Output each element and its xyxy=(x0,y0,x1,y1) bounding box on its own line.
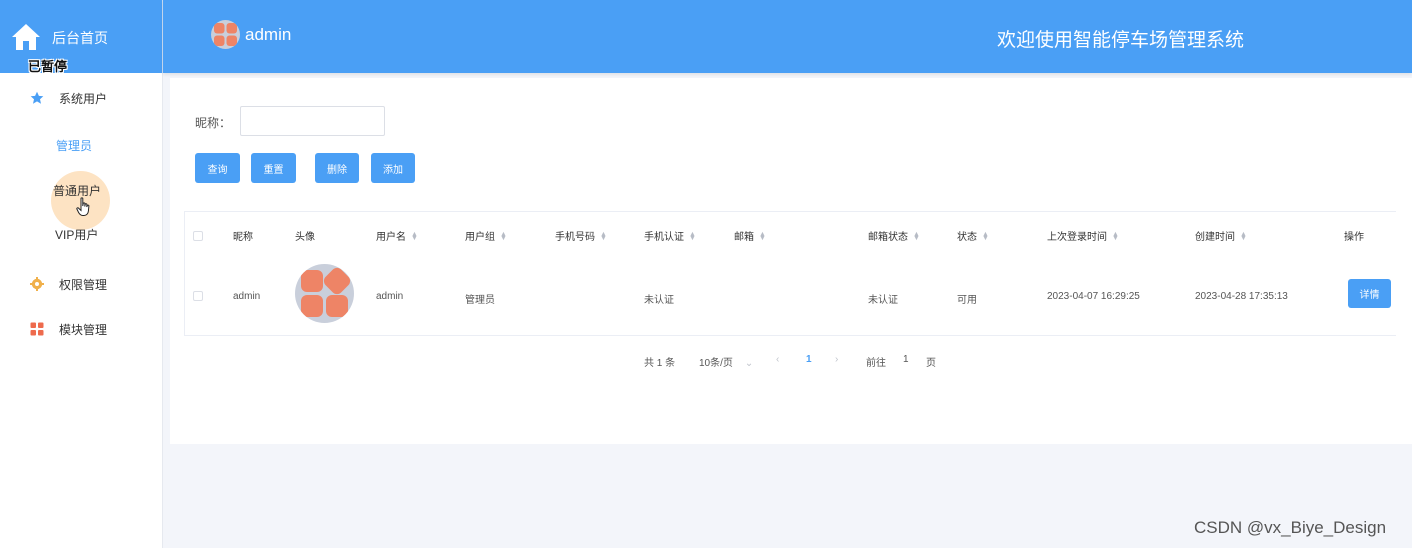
menu-modules[interactable]: 模块管理 xyxy=(0,314,163,344)
cell-nickname: admin xyxy=(233,291,261,302)
column-header-created[interactable]: 创建时间 ▲ ▼ xyxy=(1195,228,1247,243)
grid-icon xyxy=(30,322,44,336)
sidebar-item-vip-users-label: VIP用户 xyxy=(55,228,99,242)
chevron-down-icon: ⌄ xyxy=(744,358,754,369)
top-header: admin 欢迎使用智能停车场管理系统 xyxy=(163,0,1412,73)
sort-icon[interactable]: ▲ ▼ xyxy=(759,231,766,242)
cell-phone-verified: 未认证 xyxy=(644,295,674,306)
menu-permissions[interactable]: 权限管理 xyxy=(0,269,163,299)
column-header-last-login[interactable]: 上次登录时间 ▲ ▼ xyxy=(1047,228,1119,243)
nickname-label: 昵称： xyxy=(195,116,232,130)
watermark: CSDN @vx_Biye_Design xyxy=(1194,518,1387,537)
header-username[interactable]: admin xyxy=(245,25,291,45)
sort-icon[interactable]: ▲ ▼ xyxy=(689,231,696,242)
add-button[interactable]: 添加 xyxy=(371,153,415,183)
sidebar-item-vip-users[interactable]: VIP用户 xyxy=(0,218,163,248)
column-header-status[interactable]: 状态 ▲ ▼ xyxy=(957,228,989,243)
goto-prefix: 前往 xyxy=(866,358,886,369)
sort-icon[interactable]: ▲ ▼ xyxy=(982,231,989,242)
sidebar-item-admin-label: 管理员 xyxy=(56,139,93,153)
star-icon xyxy=(30,91,44,105)
column-header-group[interactable]: 用户组 ▲ ▼ xyxy=(465,228,507,243)
sort-icon[interactable]: ▲ ▼ xyxy=(913,231,920,242)
user-avatar xyxy=(295,264,354,323)
paused-indicator: 已暂停 xyxy=(28,59,68,74)
cell-status: 可用 xyxy=(957,295,977,306)
column-header-phone-verified[interactable]: 手机认证 ▲ ▼ xyxy=(644,228,696,243)
reset-button[interactable]: 重置 xyxy=(251,153,296,183)
sort-icon[interactable]: ▲ ▼ xyxy=(600,231,607,242)
cell-created: 2023-04-28 17:35:13 xyxy=(1195,291,1288,302)
goto-page-input[interactable]: 1 xyxy=(903,354,909,365)
cell-group: 管理员 xyxy=(465,295,495,306)
prev-page-button[interactable]: ‹ xyxy=(776,354,779,365)
row-checkbox[interactable] xyxy=(193,291,203,301)
gear-icon xyxy=(30,277,44,291)
column-header-action: 操作 xyxy=(1344,232,1364,243)
sort-icon[interactable]: ▲ ▼ xyxy=(1112,231,1119,242)
goto-suffix: 页 xyxy=(926,358,936,369)
delete-button[interactable]: 删除 xyxy=(315,153,359,183)
cell-email-status: 未认证 xyxy=(868,295,898,306)
column-header-avatar: 头像 xyxy=(295,232,315,243)
column-header-phone[interactable]: 手机号码 ▲ ▼ xyxy=(555,228,607,243)
menu-modules-label: 模块管理 xyxy=(59,322,108,337)
page-title: 欢迎使用智能停车场管理系统 xyxy=(997,30,1245,51)
content-card: 昵称： 查询 重置 删除 添加 昵称 头像 用户名 ▲ ▼ 用户组 ▲ ▼ 手机号码 ▲ ▼… xyxy=(170,78,1412,444)
query-button[interactable]: 查询 xyxy=(195,153,240,183)
next-page-button[interactable]: › xyxy=(835,354,838,365)
sidebar: 后台首页 已暂停 系统用户 管理员 普通用户 VIP用户 权限管理 模块管理 xyxy=(0,0,163,548)
home-link[interactable]: 后台首页 xyxy=(0,0,163,73)
nickname-search-input[interactable] xyxy=(240,106,385,136)
current-page[interactable]: 1 xyxy=(806,354,812,365)
home-icon xyxy=(12,24,40,50)
pagination-total: 共 1 条 xyxy=(644,358,676,369)
sidebar-item-admin[interactable]: 管理员 xyxy=(0,129,163,159)
cell-username: admin xyxy=(376,291,404,302)
menu-system-users-label: 系统用户 xyxy=(59,91,108,106)
menu-permissions-label: 权限管理 xyxy=(59,277,108,292)
sort-icon[interactable]: ▲ ▼ xyxy=(1240,231,1247,242)
home-label: 后台首页 xyxy=(52,30,108,46)
column-header-email-status[interactable]: 邮箱状态 ▲ ▼ xyxy=(868,228,920,243)
column-header-email[interactable]: 邮箱 ▲ ▼ xyxy=(734,228,766,243)
column-header-nickname: 昵称 xyxy=(233,232,253,243)
select-all-checkbox[interactable] xyxy=(193,231,203,241)
column-header-username[interactable]: 用户名 ▲ ▼ xyxy=(376,228,418,243)
header-avatar[interactable] xyxy=(211,20,240,49)
menu-system-users[interactable]: 系统用户 xyxy=(0,83,163,113)
sort-icon[interactable]: ▲ ▼ xyxy=(411,231,418,242)
cell-last-login: 2023-04-07 16:29:25 xyxy=(1047,291,1140,302)
hand-cursor-icon xyxy=(76,197,90,216)
detail-button[interactable]: 详情 xyxy=(1348,279,1391,308)
user-table: 昵称 头像 用户名 ▲ ▼ 用户组 ▲ ▼ 手机号码 ▲ ▼ 手机认证 ▲ ▼ 邮箱 ▲ ▼ 邮箱状… xyxy=(184,211,1396,336)
page-size-select[interactable]: 10条/页 ⌄ xyxy=(699,354,753,369)
sort-icon[interactable]: ▲ ▼ xyxy=(500,231,507,242)
